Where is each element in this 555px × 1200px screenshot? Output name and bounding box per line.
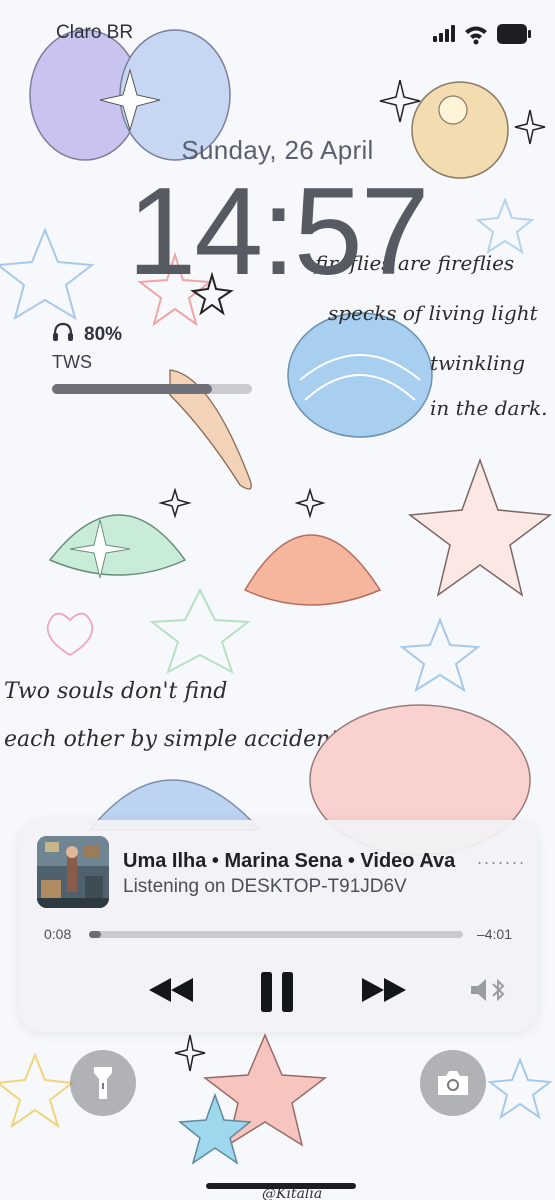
audio-output-button[interactable] <box>467 968 511 1012</box>
more-options-dots[interactable]: ....... <box>477 848 526 869</box>
scrubber-fill <box>89 931 101 938</box>
elapsed-time: 0:08 <box>44 926 72 942</box>
camera-icon <box>438 1071 468 1095</box>
poem-line-4: in the dark. <box>430 396 548 420</box>
carrier-label: Claro BR <box>56 22 134 43</box>
forward-icon <box>362 978 406 1002</box>
flashlight-icon <box>94 1067 112 1099</box>
scrubber[interactable] <box>89 931 463 938</box>
pause-button[interactable] <box>251 968 303 1016</box>
playback-device: Listening on DESKTOP-T91JD6V <box>123 876 407 897</box>
now-playing-card[interactable]: Uma Ilha • Marina Sena • Video Ava .....… <box>19 820 538 1032</box>
cellular-icon <box>433 25 455 42</box>
headphones-device-name: TWS <box>52 352 92 372</box>
camera-button[interactable] <box>420 1050 486 1116</box>
quote-line-2: each other by simple accident. <box>4 727 346 752</box>
rewind-icon <box>149 978 193 1002</box>
headphones-battery-bar-fill <box>52 384 212 394</box>
flashlight-button[interactable] <box>70 1050 136 1116</box>
album-art[interactable] <box>37 836 109 908</box>
wifi-icon <box>465 26 487 45</box>
lock-date: Sunday, 26 April <box>181 135 374 165</box>
remaining-time: –4:01 <box>476 926 512 942</box>
headphones-battery-percent: 80% <box>84 324 123 345</box>
quote-line-1: Two souls don't find <box>4 679 227 704</box>
headphones-icon <box>52 322 74 348</box>
lock-time: 14:57 <box>127 163 429 301</box>
headphones-battery-bar <box>52 384 252 394</box>
speaker-bluetooth-icon <box>471 978 505 1002</box>
battery-icon <box>497 24 531 44</box>
forward-button[interactable] <box>356 968 412 1012</box>
poem-line-2: specks of living light <box>328 301 539 325</box>
rewind-button[interactable] <box>143 968 199 1012</box>
track-title: Uma Ilha • Marina Sena • Video Ava <box>123 850 456 872</box>
poem-line-3: twinkling <box>430 351 525 375</box>
home-indicator[interactable] <box>206 1183 356 1189</box>
status-icons <box>433 22 533 46</box>
headphones-battery-widget[interactable]: 80% TWS <box>52 322 262 394</box>
pause-icon <box>261 972 293 1012</box>
